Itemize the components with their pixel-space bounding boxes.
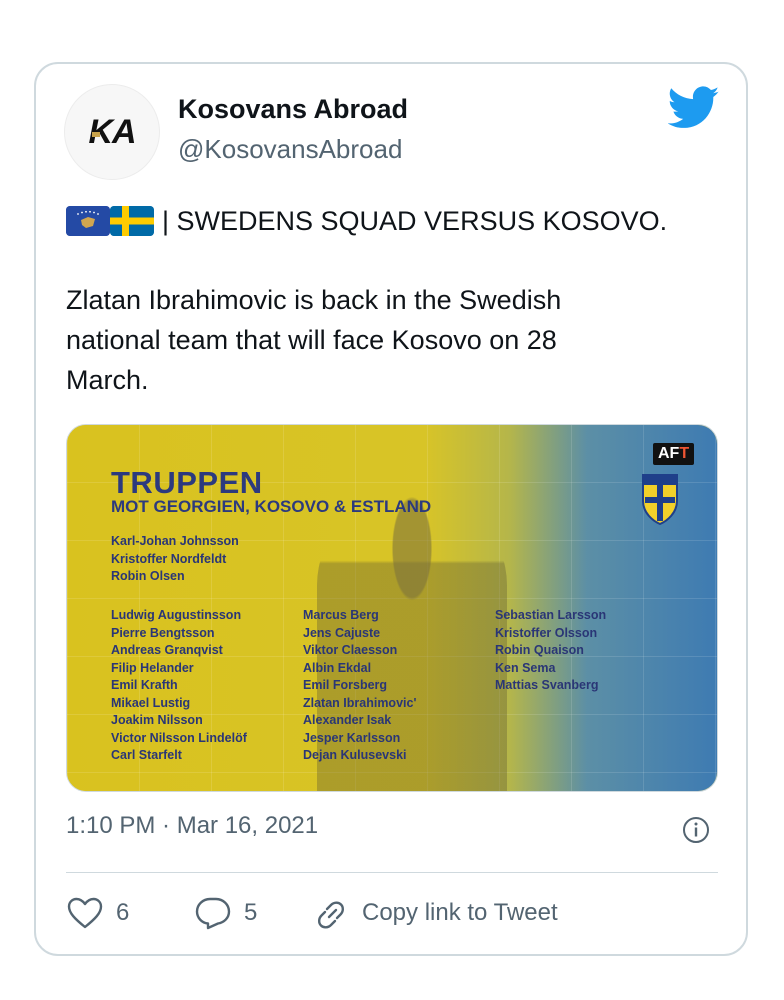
- player-name: Victor Nilsson Lindelöf: [111, 730, 247, 745]
- tweet-body-line: Zlatan Ibrahimovic is back in the Swedis…: [66, 285, 562, 315]
- tweet-timestamp[interactable]: 1:10 PM · Mar 16, 2021: [66, 812, 318, 840]
- copy-link-label: Copy link to Tweet: [362, 899, 558, 926]
- player-name: Andreas Granqvist: [111, 643, 223, 657]
- player-name: Zlatan Ibrahimovic': [303, 695, 417, 710]
- player-name: Pierre Bengtsson: [111, 625, 215, 640]
- copy-link-button[interactable]: Copy link to Tweet: [312, 896, 558, 930]
- player-name: Robin Quaison: [495, 643, 584, 657]
- player-name: Kristoffer Nordfeldt: [111, 551, 227, 566]
- author-display-name[interactable]: Kosovans Abroad: [178, 94, 408, 125]
- avatar-logo: KA: [88, 112, 136, 151]
- tweet-body-line: March.: [66, 365, 149, 395]
- player-name: Viktor Claesson: [303, 643, 398, 657]
- player-name: Mattias Svanberg: [495, 678, 599, 692]
- forwards-list: Sebastian Larsson Kristoffer Olsson Robi…: [495, 607, 606, 695]
- like-count: 6: [116, 899, 130, 926]
- tweet-headline: | SWEDENS SQUAD VERSUS KOSOVO.: [162, 206, 668, 236]
- player-name: Robin Olsen: [111, 569, 185, 583]
- link-icon: [317, 901, 345, 929]
- player-name: Emil Krafth: [111, 678, 178, 692]
- like-button[interactable]: 6: [66, 896, 129, 930]
- player-name: Emil Forsberg: [303, 678, 388, 692]
- heart-icon: [67, 897, 103, 929]
- player-name: Jens Cajuste: [303, 625, 381, 640]
- tweet-image[interactable]: AFT TRUPPEN MOT GEORGIEN, KOSOVO & ESTLA…: [66, 424, 718, 792]
- author-handle[interactable]: @KosovansAbroad: [178, 134, 402, 165]
- player-name: Carl Starfelt: [111, 748, 182, 762]
- player-name: Sebastian Larsson: [495, 608, 607, 622]
- player-name: Marcus Berg: [303, 608, 379, 622]
- avatar[interactable]: KA: [64, 84, 160, 180]
- sweden-flag-icon: [110, 206, 154, 236]
- player-name: Kristoffer Olsson: [495, 625, 598, 640]
- reply-button[interactable]: 5: [194, 896, 257, 930]
- player-name: Jesper Karlsson: [303, 730, 401, 745]
- tweet-body-line: national team that will face Kosovo on 2…: [66, 325, 557, 355]
- reply-icon: [195, 897, 231, 930]
- player-name: Joakim Nilsson: [111, 713, 203, 727]
- player-name: Alexander Isak: [303, 713, 392, 727]
- midfielders-list: Marcus Berg Jens Cajuste Viktor Claesson…: [303, 607, 416, 765]
- twitter-bird-icon[interactable]: [668, 86, 720, 130]
- player-name: Dejan Kulusevski: [303, 748, 407, 762]
- player-name: Filip Helander: [111, 660, 194, 675]
- defenders-list: Ludwig Augustinsson Pierre Bengtsson And…: [111, 607, 247, 765]
- divider: [66, 872, 718, 873]
- swedish-fa-crest-icon: [642, 474, 678, 525]
- info-icon[interactable]: [682, 816, 710, 844]
- player-name: Ken Sema: [495, 660, 556, 675]
- player-name: Karl-Johan Johnsson: [111, 534, 239, 548]
- player-name: Albin Ekdal: [303, 660, 372, 675]
- reply-count: 5: [244, 899, 258, 926]
- af-logo: AFT: [653, 443, 695, 465]
- image-subtitle: MOT GEORGIEN, KOSOVO & ESTLAND: [111, 497, 432, 516]
- kosovo-flag-icon: [66, 206, 110, 236]
- goalkeepers-list: Karl-Johan Johnsson Kristoffer Nordfeldt…: [111, 533, 239, 586]
- image-title: TRUPPEN: [111, 465, 263, 500]
- player-name: Mikael Lustig: [111, 695, 191, 710]
- player-name: Ludwig Augustinsson: [111, 608, 242, 622]
